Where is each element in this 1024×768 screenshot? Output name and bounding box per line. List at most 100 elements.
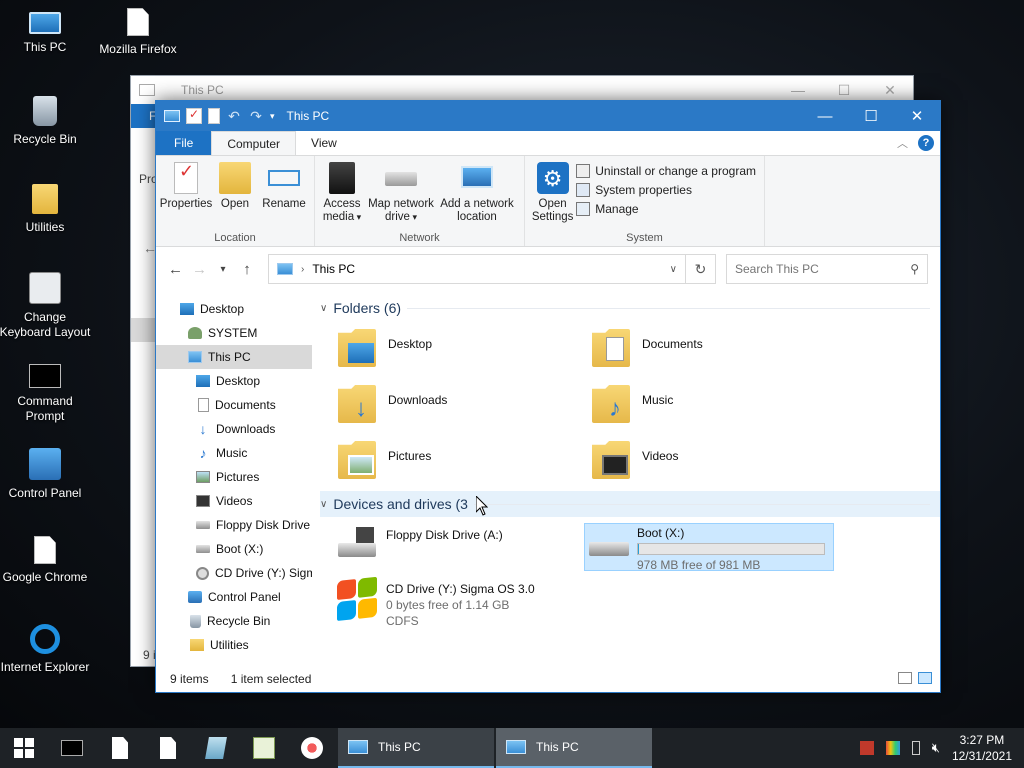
start-button[interactable] (0, 728, 48, 768)
folders-group-header[interactable]: ∨ Folders (6) (320, 295, 940, 321)
folder-pictures[interactable]: Pictures (336, 437, 590, 485)
taskbar-pin-document-1[interactable] (96, 728, 144, 768)
refresh-icon[interactable]: ↻ (686, 254, 716, 284)
nav-item-downloads[interactable]: ↓ Downloads (156, 417, 312, 441)
nav-item-desktop-sub[interactable]: Desktop (156, 369, 312, 393)
recent-locations-chevron-icon[interactable]: ▾ (216, 264, 230, 275)
tab-file[interactable]: File (156, 131, 212, 155)
tab-computer[interactable]: Computer (211, 131, 297, 155)
taskbar-pin-document-2[interactable] (144, 728, 192, 768)
folder-music[interactable]: ♪ Music (590, 381, 844, 429)
new-folder-icon[interactable] (208, 108, 220, 124)
minimize-button[interactable]: — (802, 101, 848, 131)
taskbar-pin-command-prompt[interactable] (48, 728, 96, 768)
manage-button[interactable]: Manage (576, 202, 756, 216)
folder-desktop[interactable]: Desktop (336, 325, 590, 373)
back-icon[interactable]: ← (168, 261, 183, 278)
help-icon[interactable]: ? (918, 135, 934, 151)
picture-icon (196, 471, 210, 483)
recycle-bin-icon (33, 96, 57, 126)
folder-videos[interactable]: Videos (590, 437, 844, 485)
nav-item-videos[interactable]: Videos (156, 489, 312, 513)
forward-icon[interactable]: → (192, 261, 207, 278)
redo-icon[interactable]: ↷ (248, 108, 264, 124)
folder-icon (32, 184, 58, 214)
clock[interactable]: 3:27 PM 12/31/2021 (952, 732, 1012, 764)
music-folder-icon: ♪ (590, 381, 634, 425)
nav-item-this-pc[interactable]: This PC (156, 345, 312, 369)
undo-icon[interactable]: ↶ (226, 108, 242, 124)
collapse-chevron-icon[interactable]: ∨ (320, 303, 327, 314)
taskbar-task-this-pc-1[interactable]: This PC (338, 728, 494, 768)
desktop-icon-internet-explorer[interactable]: Internet Explorer (0, 624, 93, 675)
nav-item-system[interactable]: SYSTEM (156, 321, 312, 345)
titlebar[interactable]: ↶ ↷ ▾ This PC — ☐ ✕ (156, 101, 940, 131)
volume-muted-icon[interactable]: 🔇︎ (932, 740, 940, 756)
desktop-icon (196, 375, 210, 387)
address-bar[interactable]: › This PC ∨ (268, 254, 686, 284)
desktop-icon-recycle-bin[interactable]: Recycle Bin (0, 96, 93, 147)
explorer-window[interactable]: ↶ ↷ ▾ This PC — ☐ ✕ File Computer View ︿… (155, 100, 941, 693)
nav-item-pictures[interactable]: Pictures (156, 465, 312, 489)
desktop-icon (180, 303, 194, 315)
desktop-icon-control-panel[interactable]: Control Panel (0, 448, 93, 501)
desktop-icon-command-prompt[interactable]: Command Prompt (0, 360, 93, 424)
uninstall-program-button[interactable]: Uninstall or change a program (576, 164, 756, 178)
folder-downloads[interactable]: ↓ Downloads (336, 381, 590, 429)
taskbar-pin-chart[interactable] (240, 728, 288, 768)
gear-icon: ⚙ (536, 162, 569, 194)
address-path: This PC (312, 262, 356, 276)
nav-item-floppy[interactable]: Floppy Disk Drive (156, 513, 312, 537)
up-icon[interactable]: ↑ (240, 261, 254, 278)
details-view-icon[interactable] (898, 672, 912, 684)
nav-item-recycle-bin[interactable]: Recycle Bin (156, 609, 312, 633)
minimize-ribbon-icon[interactable]: ︿ (897, 135, 908, 151)
desktop-icon-google-chrome[interactable]: Google Chrome (0, 536, 93, 585)
usb-icon[interactable] (911, 741, 920, 755)
taskbar-pin-paint[interactable] (288, 728, 336, 768)
group-label-system: System (626, 232, 663, 244)
desktop-icon-change-keyboard-layout[interactable]: Change Keyboard Layout (0, 272, 93, 340)
internet-explorer-icon (30, 624, 60, 654)
network-icon[interactable] (859, 741, 874, 755)
folder-documents[interactable]: Documents (590, 325, 844, 373)
rename-icon (268, 170, 300, 186)
download-arrow-icon: ↓ (199, 421, 207, 437)
nav-item-utilities[interactable]: Utilities (156, 633, 312, 657)
drive-floppy[interactable]: Floppy Disk Drive (A:) (334, 523, 584, 571)
taskbar-task-this-pc-2[interactable]: This PC (496, 728, 652, 768)
close-button[interactable]: ✕ (894, 101, 940, 131)
nav-item-music[interactable]: ♪ Music (156, 441, 312, 465)
user-icon (188, 327, 202, 339)
navigation-pane[interactable]: Desktop SYSTEM This PC Desktop Documents… (156, 291, 312, 668)
drive-boot[interactable]: Boot (X:) 978 MB free of 981 MB (584, 523, 834, 572)
content-pane[interactable]: ∨ Folders (6) Desktop Documents ↓ Downlo… (312, 291, 940, 668)
notepad-icon (205, 737, 227, 759)
nav-item-cd-drive[interactable]: CD Drive (Y:) Sigm (156, 561, 312, 585)
display-icon[interactable] (885, 741, 900, 755)
large-icons-view-icon[interactable] (918, 672, 932, 684)
document-icon (34, 536, 56, 564)
devices-group-header[interactable]: ∨ Devices and drives (3 (320, 491, 940, 517)
collapse-chevron-icon[interactable]: ∨ (320, 499, 327, 510)
chevron-down-icon[interactable]: ∨ (670, 264, 677, 275)
tab-view[interactable]: View (296, 131, 352, 155)
search-input[interactable] (735, 262, 895, 276)
drive-cd[interactable]: CD Drive (Y:) Sigma OS 3.0 0 bytes free … (334, 576, 584, 628)
navigation-bar: ← → ▾ ↑ › This PC ∨ ↻ ⚲ (156, 247, 940, 291)
nav-item-control-panel[interactable]: Control Panel (156, 585, 312, 609)
chevron-right-icon[interactable]: › (301, 264, 304, 275)
chevron-down-icon[interactable]: ▾ (270, 111, 275, 122)
nav-item-boot[interactable]: Boot (X:) (156, 537, 312, 561)
taskbar-pin-notepad[interactable] (192, 728, 240, 768)
desktop-icon-firefox[interactable]: Mozilla Firefox (90, 8, 186, 57)
nav-item-documents[interactable]: Documents (156, 393, 312, 417)
nav-item-desktop[interactable]: Desktop (156, 297, 312, 321)
properties-check-icon[interactable] (186, 107, 202, 124)
desktop-icon-utilities[interactable]: Utilities (0, 184, 93, 235)
desktop-icon-this-pc[interactable]: This PC (0, 8, 93, 55)
search-box[interactable]: ⚲ (726, 254, 928, 284)
maximize-button[interactable]: ☐ (848, 101, 894, 131)
taskbar: This PC This PC 🔇︎ 3:27 PM 12/31/2021 (0, 728, 1024, 768)
system-properties-button[interactable]: System properties (576, 183, 756, 197)
